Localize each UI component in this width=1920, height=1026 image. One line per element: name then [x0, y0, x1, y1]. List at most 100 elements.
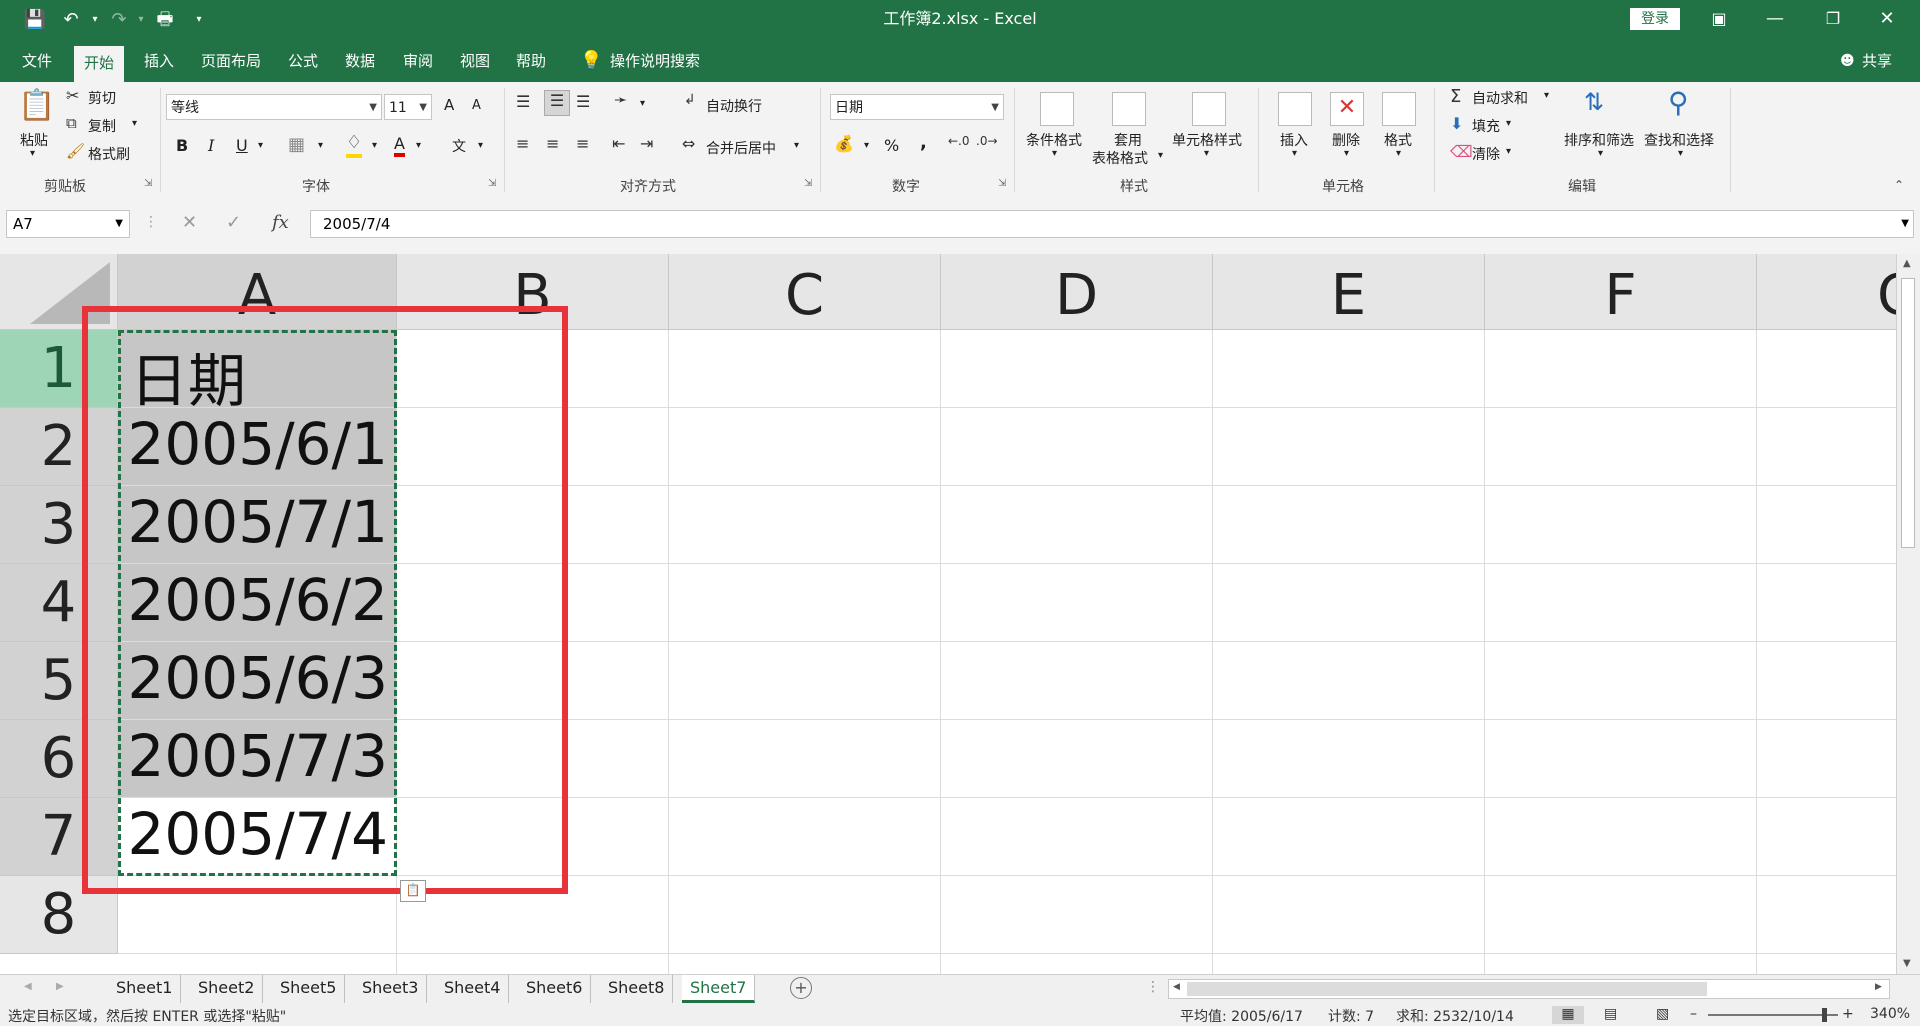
paste-dropdown-icon[interactable]: ▾	[30, 148, 35, 159]
find-select-button[interactable]: 查找和选择	[1644, 130, 1714, 150]
number-launcher-icon[interactable]: ⇲	[998, 178, 1006, 189]
font-launcher-icon[interactable]: ⇲	[488, 178, 496, 189]
align-left-icon[interactable]: ≡	[516, 134, 529, 153]
tab-home[interactable]: 开始	[74, 46, 125, 82]
format-dropdown-icon[interactable]: ▾	[1396, 148, 1401, 159]
cut-button[interactable]: 剪切	[88, 88, 116, 108]
sheet-tab-sheet3[interactable]: Sheet3	[354, 975, 428, 1003]
orientation-icon[interactable]: ➛	[614, 90, 627, 109]
zoom-slider[interactable]	[1708, 1014, 1838, 1016]
paste-button[interactable]: 粘贴	[20, 130, 48, 150]
sheet-tab-sheet8[interactable]: Sheet8	[600, 975, 674, 1003]
customize-toolbar-icon[interactable]: ▾	[184, 6, 214, 34]
number-format-combo[interactable]: 日期 ▼	[830, 94, 1004, 120]
format-as-table-button-line1[interactable]: 套用	[1114, 130, 1142, 150]
tab-data[interactable]: 数据	[335, 40, 385, 82]
font-color-dropdown-icon[interactable]: ▾	[416, 140, 421, 151]
percent-button[interactable]: %	[884, 136, 899, 155]
currency-dropdown-icon[interactable]: ▾	[864, 140, 869, 151]
align-center-icon[interactable]: ≡	[546, 134, 559, 153]
sheet-tab-sheet4[interactable]: Sheet4	[436, 975, 510, 1003]
next-sheet-icon[interactable]: ▶	[56, 981, 64, 992]
font-color-button[interactable]: A	[394, 134, 405, 157]
print-preview-icon[interactable]: 🖶	[150, 6, 180, 34]
italic-button[interactable]: I	[208, 136, 214, 155]
underline-button[interactable]: U	[236, 136, 248, 155]
conditional-format-button[interactable]: 条件格式	[1026, 130, 1082, 150]
copy-button[interactable]: 复制	[88, 116, 116, 136]
tab-file[interactable]: 文件	[12, 40, 62, 82]
tab-help[interactable]: 帮助	[506, 40, 556, 82]
wrap-text-button[interactable]: 自动换行	[706, 96, 762, 116]
delete-dropdown-icon[interactable]: ▾	[1344, 148, 1349, 159]
fill-dropdown-icon[interactable]: ▾	[1506, 118, 1511, 129]
sort-dropdown-icon[interactable]: ▾	[1598, 148, 1603, 159]
cell-styles-button[interactable]: 单元格样式	[1172, 130, 1242, 150]
insert-function-button[interactable]: fx	[272, 212, 289, 233]
cell-styles-dropdown-icon[interactable]: ▾	[1204, 148, 1209, 159]
fill-color-icon[interactable]: ♢	[346, 132, 363, 158]
shrink-font-button[interactable]: A	[472, 98, 481, 113]
copy-dropdown-icon[interactable]: ▾	[132, 118, 137, 129]
merge-dropdown-icon[interactable]: ▾	[794, 140, 799, 151]
share-button[interactable]: 共享	[1852, 40, 1902, 82]
cancel-icon[interactable]: ✕	[182, 212, 197, 233]
autosum-button[interactable]: 自动求和	[1472, 88, 1528, 108]
border-dropdown-icon[interactable]: ▾	[318, 140, 323, 151]
normal-view-icon[interactable]: ▦	[1552, 1006, 1584, 1024]
column-header-d[interactable]: D	[941, 254, 1213, 330]
column-header-c[interactable]: C	[669, 254, 941, 330]
vertical-scroll-thumb[interactable]	[1901, 278, 1915, 548]
minimize-icon[interactable]: —	[1752, 0, 1798, 38]
scroll-left-icon[interactable]: ◀	[1173, 982, 1180, 992]
alignment-launcher-icon[interactable]: ⇲	[804, 178, 812, 189]
format-cells-button[interactable]: 格式	[1384, 130, 1412, 150]
format-cells-icon[interactable]	[1382, 92, 1416, 126]
column-header-g[interactable]: C	[1757, 254, 1896, 330]
paste-icon[interactable]: 📋	[18, 88, 55, 123]
enter-icon[interactable]: ✓	[226, 212, 241, 233]
insert-cells-button[interactable]: 插入	[1280, 130, 1308, 150]
align-top-icon[interactable]: ☰	[516, 92, 530, 111]
fill-button[interactable]: 填充	[1472, 116, 1500, 136]
autosum-dropdown-icon[interactable]: ▾	[1544, 90, 1549, 101]
merge-center-button[interactable]: 合并后居中	[706, 138, 776, 158]
clipboard-launcher-icon[interactable]: ⇲	[144, 178, 152, 189]
conditional-format-icon[interactable]	[1040, 92, 1074, 126]
scroll-down-icon[interactable]: ▼	[1903, 958, 1911, 969]
horizontal-scroll-thumb[interactable]	[1187, 982, 1707, 996]
clear-dropdown-icon[interactable]: ▾	[1506, 146, 1511, 157]
zoom-in-icon[interactable]: +	[1842, 1006, 1854, 1022]
format-painter-button[interactable]: 格式刷	[88, 144, 130, 164]
sheet-tab-sheet7[interactable]: Sheet7	[682, 975, 756, 1003]
align-right-icon[interactable]: ≡	[576, 134, 589, 153]
comma-button[interactable]: ,	[920, 132, 927, 153]
save-icon[interactable]: 💾	[20, 6, 50, 34]
phonetic-button[interactable]: 文	[452, 136, 466, 156]
conditional-dropdown-icon[interactable]: ▾	[1052, 148, 1057, 159]
horizontal-scrollbar[interactable]: ◀ ▶	[1168, 979, 1890, 999]
sheet-tab-sheet6[interactable]: Sheet6	[518, 975, 592, 1003]
sort-filter-icon[interactable]: ⇅	[1584, 88, 1604, 116]
decrease-indent-icon[interactable]: ⇤	[612, 134, 625, 153]
clear-button[interactable]: 清除	[1472, 144, 1500, 164]
name-box[interactable]: A7 ▼	[6, 210, 130, 238]
sheet-tab-sheet1[interactable]: Sheet1	[108, 975, 182, 1003]
column-header-f[interactable]: F	[1485, 254, 1757, 330]
find-select-icon[interactable]: ⚲	[1668, 86, 1689, 119]
login-button[interactable]: 登录	[1630, 8, 1680, 30]
format-as-table-icon[interactable]	[1112, 92, 1146, 126]
fill-color-dropdown-icon[interactable]: ▾	[372, 140, 377, 151]
ribbon-display-icon[interactable]: ▣	[1696, 0, 1742, 38]
column-header-e[interactable]: E	[1213, 254, 1485, 330]
tab-page-layout[interactable]: 页面布局	[191, 40, 271, 82]
zoom-level[interactable]: 340%	[1870, 1006, 1910, 1022]
tab-formulas[interactable]: 公式	[278, 40, 328, 82]
insert-cells-icon[interactable]	[1278, 92, 1312, 126]
border-icon[interactable]: ▦	[288, 134, 305, 155]
format-as-table-button-line2[interactable]: 表格格式	[1092, 148, 1148, 168]
scroll-right-icon[interactable]: ▶	[1875, 982, 1882, 992]
orientation-dropdown-icon[interactable]: ▾	[640, 98, 645, 109]
sheet-tab-sheet5[interactable]: Sheet5	[272, 975, 346, 1003]
font-name-combo[interactable]: 等线 ▼	[166, 94, 382, 120]
